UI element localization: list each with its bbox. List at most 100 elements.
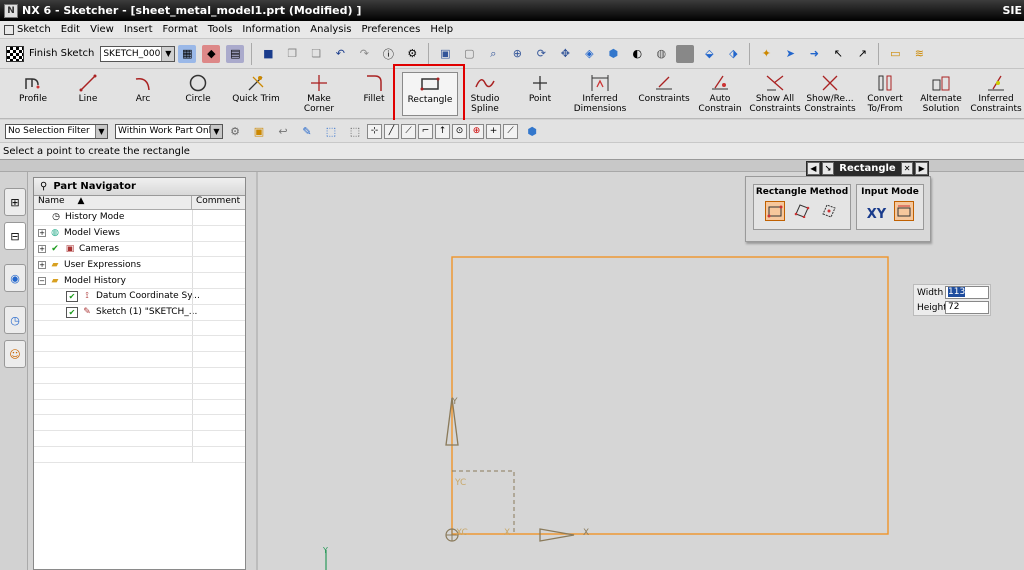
menu-information[interactable]: Information: [237, 24, 305, 35]
sketch-plane-icon[interactable]: ▦: [178, 44, 197, 63]
tree-row-model-views[interactable]: + ◍ Model Views: [34, 225, 245, 242]
quick-trim-tool[interactable]: Quick Trim: [225, 72, 287, 116]
tree-row-cameras[interactable]: + ✔ ▣ Cameras: [34, 241, 245, 258]
snap-midpoint-icon[interactable]: ⟋: [401, 123, 416, 139]
from-center-icon[interactable]: [819, 201, 839, 221]
alternate-solution-tool[interactable]: Alternate Solution: [913, 72, 969, 116]
selection-icon[interactable]: ✦: [757, 45, 775, 63]
column-comment-header[interactable]: Comment: [192, 196, 240, 209]
circle-tool[interactable]: Circle: [170, 72, 226, 116]
tree-row-model-history[interactable]: − ▰ Model History: [34, 273, 245, 289]
expand-icon[interactable]: +: [38, 229, 46, 238]
information-icon[interactable]: ⓘ: [379, 45, 397, 63]
menu-preferences[interactable]: Preferences: [356, 24, 425, 35]
close-icon[interactable]: ✕: [900, 162, 914, 175]
by-2-points-icon[interactable]: [764, 201, 785, 221]
pin-icon[interactable]: ↘: [821, 162, 835, 175]
background-icon[interactable]: [676, 44, 695, 63]
snap-curve-icon[interactable]: ⟋: [503, 123, 518, 139]
column-name-header[interactable]: Name ▲: [34, 196, 192, 209]
expand-icon[interactable]: +: [38, 244, 46, 253]
assembly-navigator-tab[interactable]: ⊞: [4, 188, 26, 216]
snap-quadrant-icon[interactable]: ⊕: [469, 123, 484, 139]
selection-intent-icon[interactable]: ↩: [274, 122, 292, 140]
convert-tool[interactable]: Convert To/From: [857, 72, 913, 116]
web-browser-tab[interactable]: ◉: [4, 264, 26, 292]
shaded-icon[interactable]: ◍: [652, 45, 670, 63]
rotate-icon[interactable]: ⟳: [532, 45, 550, 63]
snap-tangent-icon[interactable]: ↑: [435, 123, 450, 139]
reattach-icon[interactable]: ◆: [202, 44, 221, 63]
tree-row-sketch[interactable]: ✔ ✎ Sketch (1) "SKETCH_...: [34, 304, 245, 321]
rectangle-select-icon[interactable]: ⬚: [346, 122, 364, 140]
body-icon[interactable]: ⬚: [322, 122, 340, 140]
part-navigator-tab[interactable]: ⊟: [4, 222, 26, 250]
selection-filter-select[interactable]: No Selection Filter ▼: [5, 123, 108, 139]
checkbox-checked-icon[interactable]: ✔: [66, 306, 78, 318]
profile-tool[interactable]: Profile: [5, 72, 61, 116]
rendering-style-icon[interactable]: ◐: [628, 45, 646, 63]
show-all-constraints-tool[interactable]: Show All Constraints: [747, 72, 803, 116]
chevron-right-icon[interactable]: ▶: [915, 162, 928, 175]
auto-constrain-tool[interactable]: Auto Constrain: [692, 72, 748, 116]
make-corner-tool[interactable]: Make Corner: [291, 72, 347, 116]
constraints-tool[interactable]: Constraints: [636, 72, 692, 116]
menu-help[interactable]: Help: [425, 24, 458, 35]
analysis-icon[interactable]: ⚙: [403, 45, 421, 63]
zoom-icon[interactable]: ⌕: [484, 45, 502, 63]
menu-sketch[interactable]: Sketch: [12, 24, 56, 35]
work-layer-icon[interactable]: ⬗: [724, 45, 742, 63]
snap-intersection-icon[interactable]: +: [486, 123, 501, 139]
show-remove-constraints-tool[interactable]: Show/Re... Constraints: [802, 72, 858, 116]
tree-row-datum-csys[interactable]: ✔ ⟟ Datum Coordinate Sy...: [34, 288, 245, 305]
view-cube-icon[interactable]: ⬢: [604, 45, 622, 63]
arc-tool[interactable]: Arc: [115, 72, 171, 116]
checkbox-checked-icon[interactable]: ✔: [66, 290, 78, 302]
snap-center-icon[interactable]: ⊙: [452, 123, 467, 139]
chevron-down-icon[interactable]: ▼: [161, 46, 175, 61]
pointer-icon[interactable]: ↖: [829, 45, 847, 63]
expand-icon[interactable]: +: [38, 260, 46, 269]
width-input[interactable]: 113: [945, 286, 989, 299]
menu-edit[interactable]: Edit: [56, 24, 85, 35]
select-all-icon[interactable]: ➜: [805, 45, 823, 63]
collapse-icon[interactable]: −: [38, 276, 46, 285]
xy-mode-button[interactable]: XY: [866, 205, 886, 225]
paste-icon[interactable]: ❏: [307, 45, 325, 63]
chevron-down-icon[interactable]: ▼: [95, 124, 107, 138]
finish-sketch-button[interactable]: Finish Sketch: [6, 45, 94, 62]
inferred-dimensions-tool[interactable]: Inferred Dimensions: [572, 72, 628, 116]
pan-icon[interactable]: ✥: [556, 45, 574, 63]
redo-icon[interactable]: ↷: [355, 45, 373, 63]
sketch-name-select[interactable]: SKETCH_000 ▼: [100, 45, 176, 62]
point-tool[interactable]: Point: [512, 72, 568, 116]
zoom-in-out-icon[interactable]: ⊕: [508, 45, 526, 63]
save-icon[interactable]: ■: [259, 45, 277, 63]
general-selection-icon[interactable]: ⚙: [226, 122, 244, 140]
feature-curve-icon[interactable]: ✎: [298, 122, 316, 140]
height-input[interactable]: 72: [945, 301, 989, 314]
parameter-mode-icon[interactable]: [893, 201, 914, 221]
tree-row-history-mode[interactable]: ◷ History Mode: [34, 210, 245, 226]
rectangle-dialog-titlebar[interactable]: ◀ ↘ Rectangle ✕ ▶: [806, 161, 929, 176]
sketch-properties-icon[interactable]: ▤: [226, 44, 245, 63]
zoom-window-icon[interactable]: ▢: [460, 45, 478, 63]
undo-icon[interactable]: ↶: [331, 45, 349, 63]
deselect-icon[interactable]: ↗: [853, 45, 871, 63]
fit-icon[interactable]: ▣: [436, 45, 454, 63]
scope-select[interactable]: Within Work Part Only ▼: [115, 123, 223, 139]
menu-view[interactable]: View: [85, 24, 119, 35]
chevron-left-icon[interactable]: ◀: [807, 162, 820, 175]
copy-icon[interactable]: ❐: [283, 45, 301, 63]
tree-row-user-expressions[interactable]: + ▰ User Expressions: [34, 257, 245, 274]
inferred-constraints-tool[interactable]: Inferred Constraints: [968, 72, 1024, 116]
menu-analysis[interactable]: Analysis: [305, 24, 356, 35]
line-tool[interactable]: Line: [60, 72, 116, 116]
snap-line-icon[interactable]: ╱: [384, 123, 399, 139]
menu-tools[interactable]: Tools: [203, 24, 238, 35]
section-view-icon[interactable]: ⬙: [700, 45, 718, 63]
pin-icon[interactable]: ⚲: [40, 181, 47, 192]
orient-view-icon[interactable]: ◈: [580, 45, 598, 63]
snap-arc-icon[interactable]: ⌐: [418, 123, 433, 139]
roles-tab[interactable]: ☺: [4, 340, 26, 368]
